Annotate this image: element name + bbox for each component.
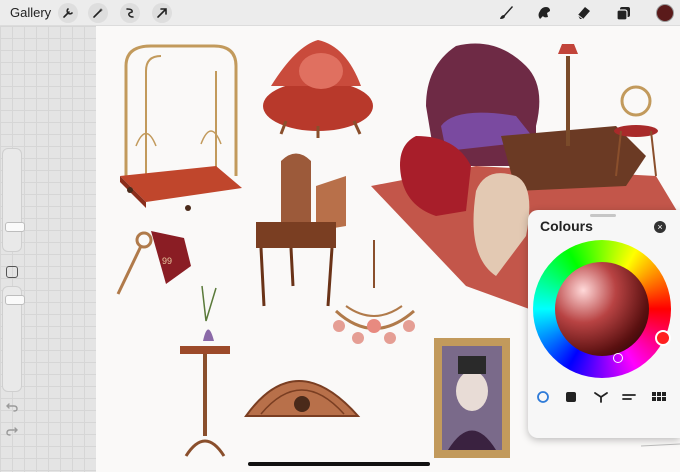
hue-ring[interactable] [533, 240, 671, 378]
svg-text:99: 99 [162, 256, 172, 266]
panel-grab-handle[interactable] [590, 214, 616, 217]
colours-panel: Colours × [528, 210, 680, 438]
eraser-icon[interactable] [574, 3, 594, 23]
transform-arrow-icon[interactable] [152, 3, 172, 23]
top-toolbar: Gallery [0, 0, 680, 26]
gallery-button[interactable]: Gallery [10, 5, 51, 20]
close-icon[interactable]: × [654, 221, 666, 233]
portrait-frame-illustration [434, 338, 510, 458]
opacity-slider[interactable] [2, 286, 25, 392]
hotel-key-illustration: 99 [116, 231, 191, 295]
saturation-disc[interactable] [555, 262, 649, 356]
harmony-mode-icon[interactable] [592, 388, 610, 406]
brush-size-slider[interactable] [2, 148, 25, 252]
current-color-swatch[interactable] [656, 4, 674, 22]
red-armchair-illustration [263, 40, 373, 138]
layers-icon[interactable] [614, 3, 634, 23]
home-indicator [248, 462, 430, 466]
wrench-icon[interactable] [58, 3, 78, 23]
selection-icon[interactable] [120, 3, 140, 23]
pedestal-vase-illustration [180, 285, 230, 457]
modify-button[interactable] [6, 266, 18, 278]
hue-marker[interactable] [655, 330, 671, 346]
palettes-mode-icon[interactable] [650, 388, 668, 406]
vanity-dresser-illustration [256, 153, 346, 307]
undo-icon[interactable] [5, 400, 19, 414]
colour-mode-tabs [528, 388, 680, 408]
fan-clock-illustration [244, 380, 361, 417]
disc-mode-icon[interactable] [534, 388, 552, 406]
left-sidebar [0, 146, 25, 446]
brush-icon[interactable] [496, 3, 516, 23]
saturation-marker[interactable] [613, 353, 623, 363]
brush-size-knob[interactable] [5, 222, 25, 232]
colours-panel-title: Colours [540, 218, 593, 234]
value-mode-icon[interactable] [620, 388, 638, 406]
chandelier-illustration [333, 240, 415, 344]
classic-mode-icon[interactable] [562, 388, 580, 406]
magic-wand-icon[interactable] [88, 3, 108, 23]
redo-icon[interactable] [5, 424, 19, 438]
opacity-knob[interactable] [5, 295, 25, 305]
smudge-icon[interactable] [534, 3, 554, 23]
luggage-cart-illustration [120, 44, 242, 211]
